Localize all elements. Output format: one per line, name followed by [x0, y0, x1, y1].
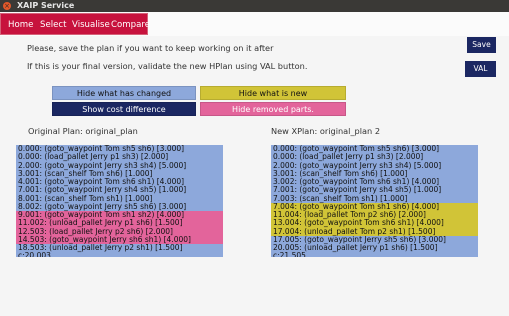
val-button[interactable]: VAL: [465, 61, 496, 77]
save-hint: Please, save the plan if you want to kee…: [27, 43, 274, 53]
new-plan-label: New XPlan: original_plan 2: [271, 126, 381, 136]
hide-new-button[interactable]: Hide what is new: [200, 86, 346, 100]
menu-compare[interactable]: Compare: [111, 14, 150, 36]
validate-hint: If this is your final version, validate …: [27, 61, 308, 71]
hide-changed-button[interactable]: Hide what has changed: [52, 86, 196, 100]
title-bar: × XAIP Service: [0, 0, 509, 12]
hide-removed-button[interactable]: Hide removed parts.: [200, 102, 346, 116]
close-icon[interactable]: ×: [3, 2, 11, 10]
menu-home[interactable]: Home: [8, 14, 33, 36]
save-button[interactable]: Save: [467, 37, 496, 53]
new-plan-list[interactable]: 0.000: (goto_waypoint Tom sh5 sh6) [3.00…: [271, 145, 478, 257]
menu-group: Home Select Visualise Compare: [0, 13, 150, 36]
menu-select[interactable]: Select: [40, 14, 67, 36]
show-cost-button[interactable]: Show cost difference: [52, 102, 196, 116]
original-plan-label: Original Plan: original_plan: [28, 126, 138, 136]
menu-visualise[interactable]: Visualise: [72, 14, 110, 36]
menu-bar: Home Select Visualise Compare: [0, 12, 509, 37]
plan-line: c:20.003: [16, 251, 223, 257]
window-title: XAIP Service: [17, 1, 75, 10]
original-plan-list[interactable]: 0.000: (goto_waypoint Tom sh5 sh6) [3.00…: [16, 145, 223, 257]
plan-line: c:21.505: [271, 251, 478, 257]
